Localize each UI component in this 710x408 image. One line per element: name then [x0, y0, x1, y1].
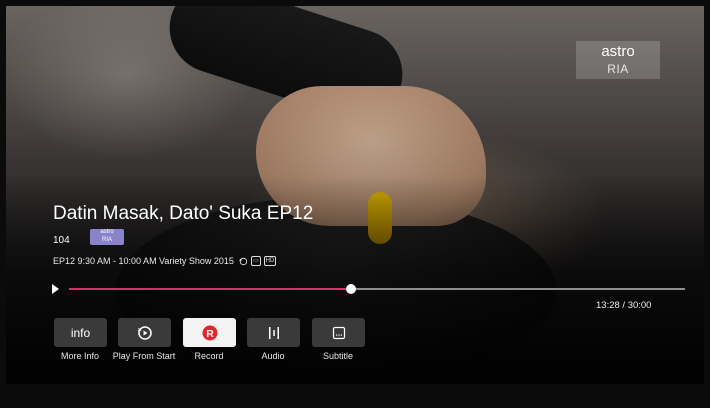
time-readout: 13:28 / 30:00 [596, 300, 652, 311]
svg-text:R: R [206, 327, 214, 339]
channel-watermark: astro RIA [576, 41, 660, 79]
audio-label: Audio [261, 351, 285, 361]
watermark-line2: RIA [607, 62, 629, 76]
audio-icon [266, 325, 282, 341]
more-info-button[interactable]: info [54, 318, 107, 347]
player-screen: astro RIA Datin Masak, Dato' Suka EP12 1… [0, 0, 710, 408]
info-icon: info [70, 325, 91, 340]
channel-logo-line1: astro [100, 229, 114, 235]
subtitle-icon [331, 325, 347, 341]
subtitle-button[interactable] [312, 318, 365, 347]
record-button[interactable]: R [183, 318, 236, 347]
channel-number: 104 [53, 235, 70, 246]
progress-fill [69, 288, 352, 290]
hd-icon: HD [263, 256, 277, 266]
audio-button[interactable] [247, 318, 300, 347]
subtitle-label: Subtitle [322, 351, 354, 361]
channel-logo: astro RIA [90, 229, 124, 245]
replay-icon [239, 257, 248, 266]
replay-icon [137, 325, 153, 341]
play-from-start-label: Play From Start [112, 351, 176, 361]
play-state-icon [52, 284, 59, 294]
more-info-label: More Info [60, 351, 100, 361]
record-label: Record [194, 351, 224, 361]
program-title: Datin Masak, Dato' Suka EP12 [53, 203, 314, 224]
program-info: EP12 9:30 AM - 10:00 AM Variety Show 201… [53, 256, 277, 266]
program-info-text: EP12 9:30 AM - 10:00 AM Variety Show 201… [53, 256, 234, 266]
watermark-line1: astro [601, 43, 635, 60]
channel-logo-line2: RIA [101, 237, 112, 243]
play-from-start-button[interactable] [118, 318, 171, 347]
subtitle-icon: ▭ [250, 256, 261, 266]
record-icon: R [202, 325, 218, 341]
